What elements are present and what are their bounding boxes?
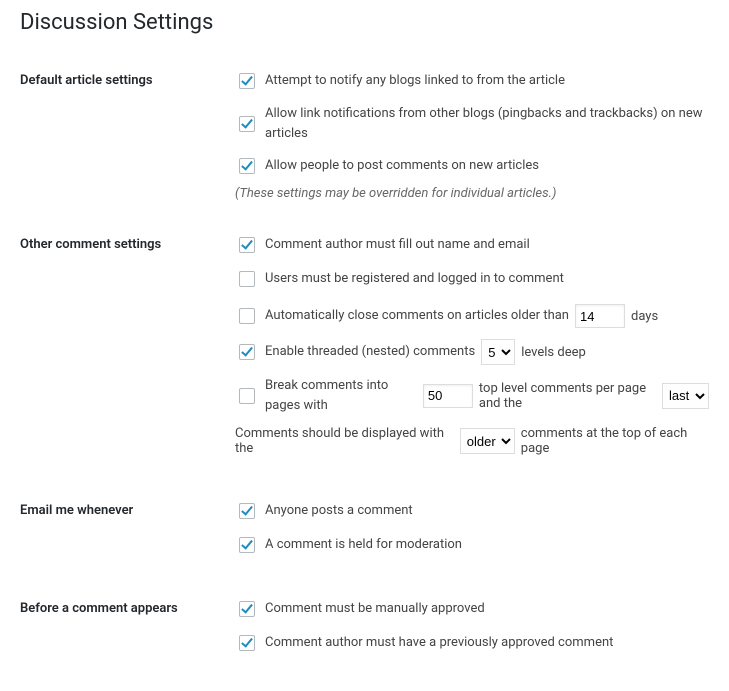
paginate-mid: top level comments per page and the xyxy=(479,381,656,411)
paginate-checkbox[interactable] xyxy=(239,388,255,404)
discussion-settings-table: Default article settings Attempt to noti… xyxy=(20,55,709,681)
allow-pingbacks-checkbox[interactable] xyxy=(239,116,255,132)
notify-blogs-checkbox[interactable] xyxy=(239,73,255,89)
email-held-moderation-checkbox[interactable] xyxy=(239,537,255,553)
allow-comments-label: Allow people to post comments on new art… xyxy=(265,156,539,176)
email-held-moderation-label: A comment is held for moderation xyxy=(265,535,462,555)
paginate-perpage-input[interactable] xyxy=(423,384,473,408)
require-name-email-label: Comment author must fill out name and em… xyxy=(265,235,530,255)
section-heading-before-appears: Before a comment appears xyxy=(20,583,235,681)
notify-blogs-label: Attempt to notify any blogs linked to fr… xyxy=(265,71,565,91)
paginate-prefix: Break comments into pages with xyxy=(265,376,417,415)
allow-comments-checkbox[interactable] xyxy=(239,158,255,174)
threaded-prefix: Enable threaded (nested) comments xyxy=(265,342,475,362)
page-title: Discussion Settings xyxy=(20,10,709,35)
paginate-default-page-select[interactable]: last xyxy=(662,383,709,409)
auto-close-checkbox[interactable] xyxy=(239,308,255,324)
auto-close-prefix: Automatically close comments on articles… xyxy=(265,306,569,326)
order-prefix: Comments should be displayed with the xyxy=(235,426,454,456)
threaded-levels-select[interactable]: 5 xyxy=(481,339,515,365)
comment-order-select[interactable]: older xyxy=(460,428,515,454)
auto-close-suffix: days xyxy=(631,309,658,324)
prev-approved-checkbox[interactable] xyxy=(239,635,255,651)
default-article-note: (These settings may be overridden for in… xyxy=(235,186,709,201)
order-suffix: comments at the top of each page xyxy=(521,426,709,456)
auto-close-days-input[interactable] xyxy=(575,304,625,328)
prev-approved-label: Comment author must have a previously ap… xyxy=(265,633,613,653)
email-anyone-posts-checkbox[interactable] xyxy=(239,503,255,519)
manual-approve-label: Comment must be manually approved xyxy=(265,599,485,619)
require-registration-label: Users must be registered and logged in t… xyxy=(265,269,564,289)
email-anyone-posts-label: Anyone posts a comment xyxy=(265,501,413,521)
require-name-email-checkbox[interactable] xyxy=(239,237,255,253)
require-registration-checkbox[interactable] xyxy=(239,271,255,287)
section-heading-email-me: Email me whenever xyxy=(20,485,235,583)
threaded-checkbox[interactable] xyxy=(239,344,255,360)
threaded-suffix: levels deep xyxy=(521,345,586,360)
manual-approve-checkbox[interactable] xyxy=(239,601,255,617)
section-heading-other-comment: Other comment settings xyxy=(20,219,235,485)
allow-pingbacks-label: Allow link notifications from other blog… xyxy=(265,104,709,143)
section-heading-default-article: Default article settings xyxy=(20,55,235,219)
